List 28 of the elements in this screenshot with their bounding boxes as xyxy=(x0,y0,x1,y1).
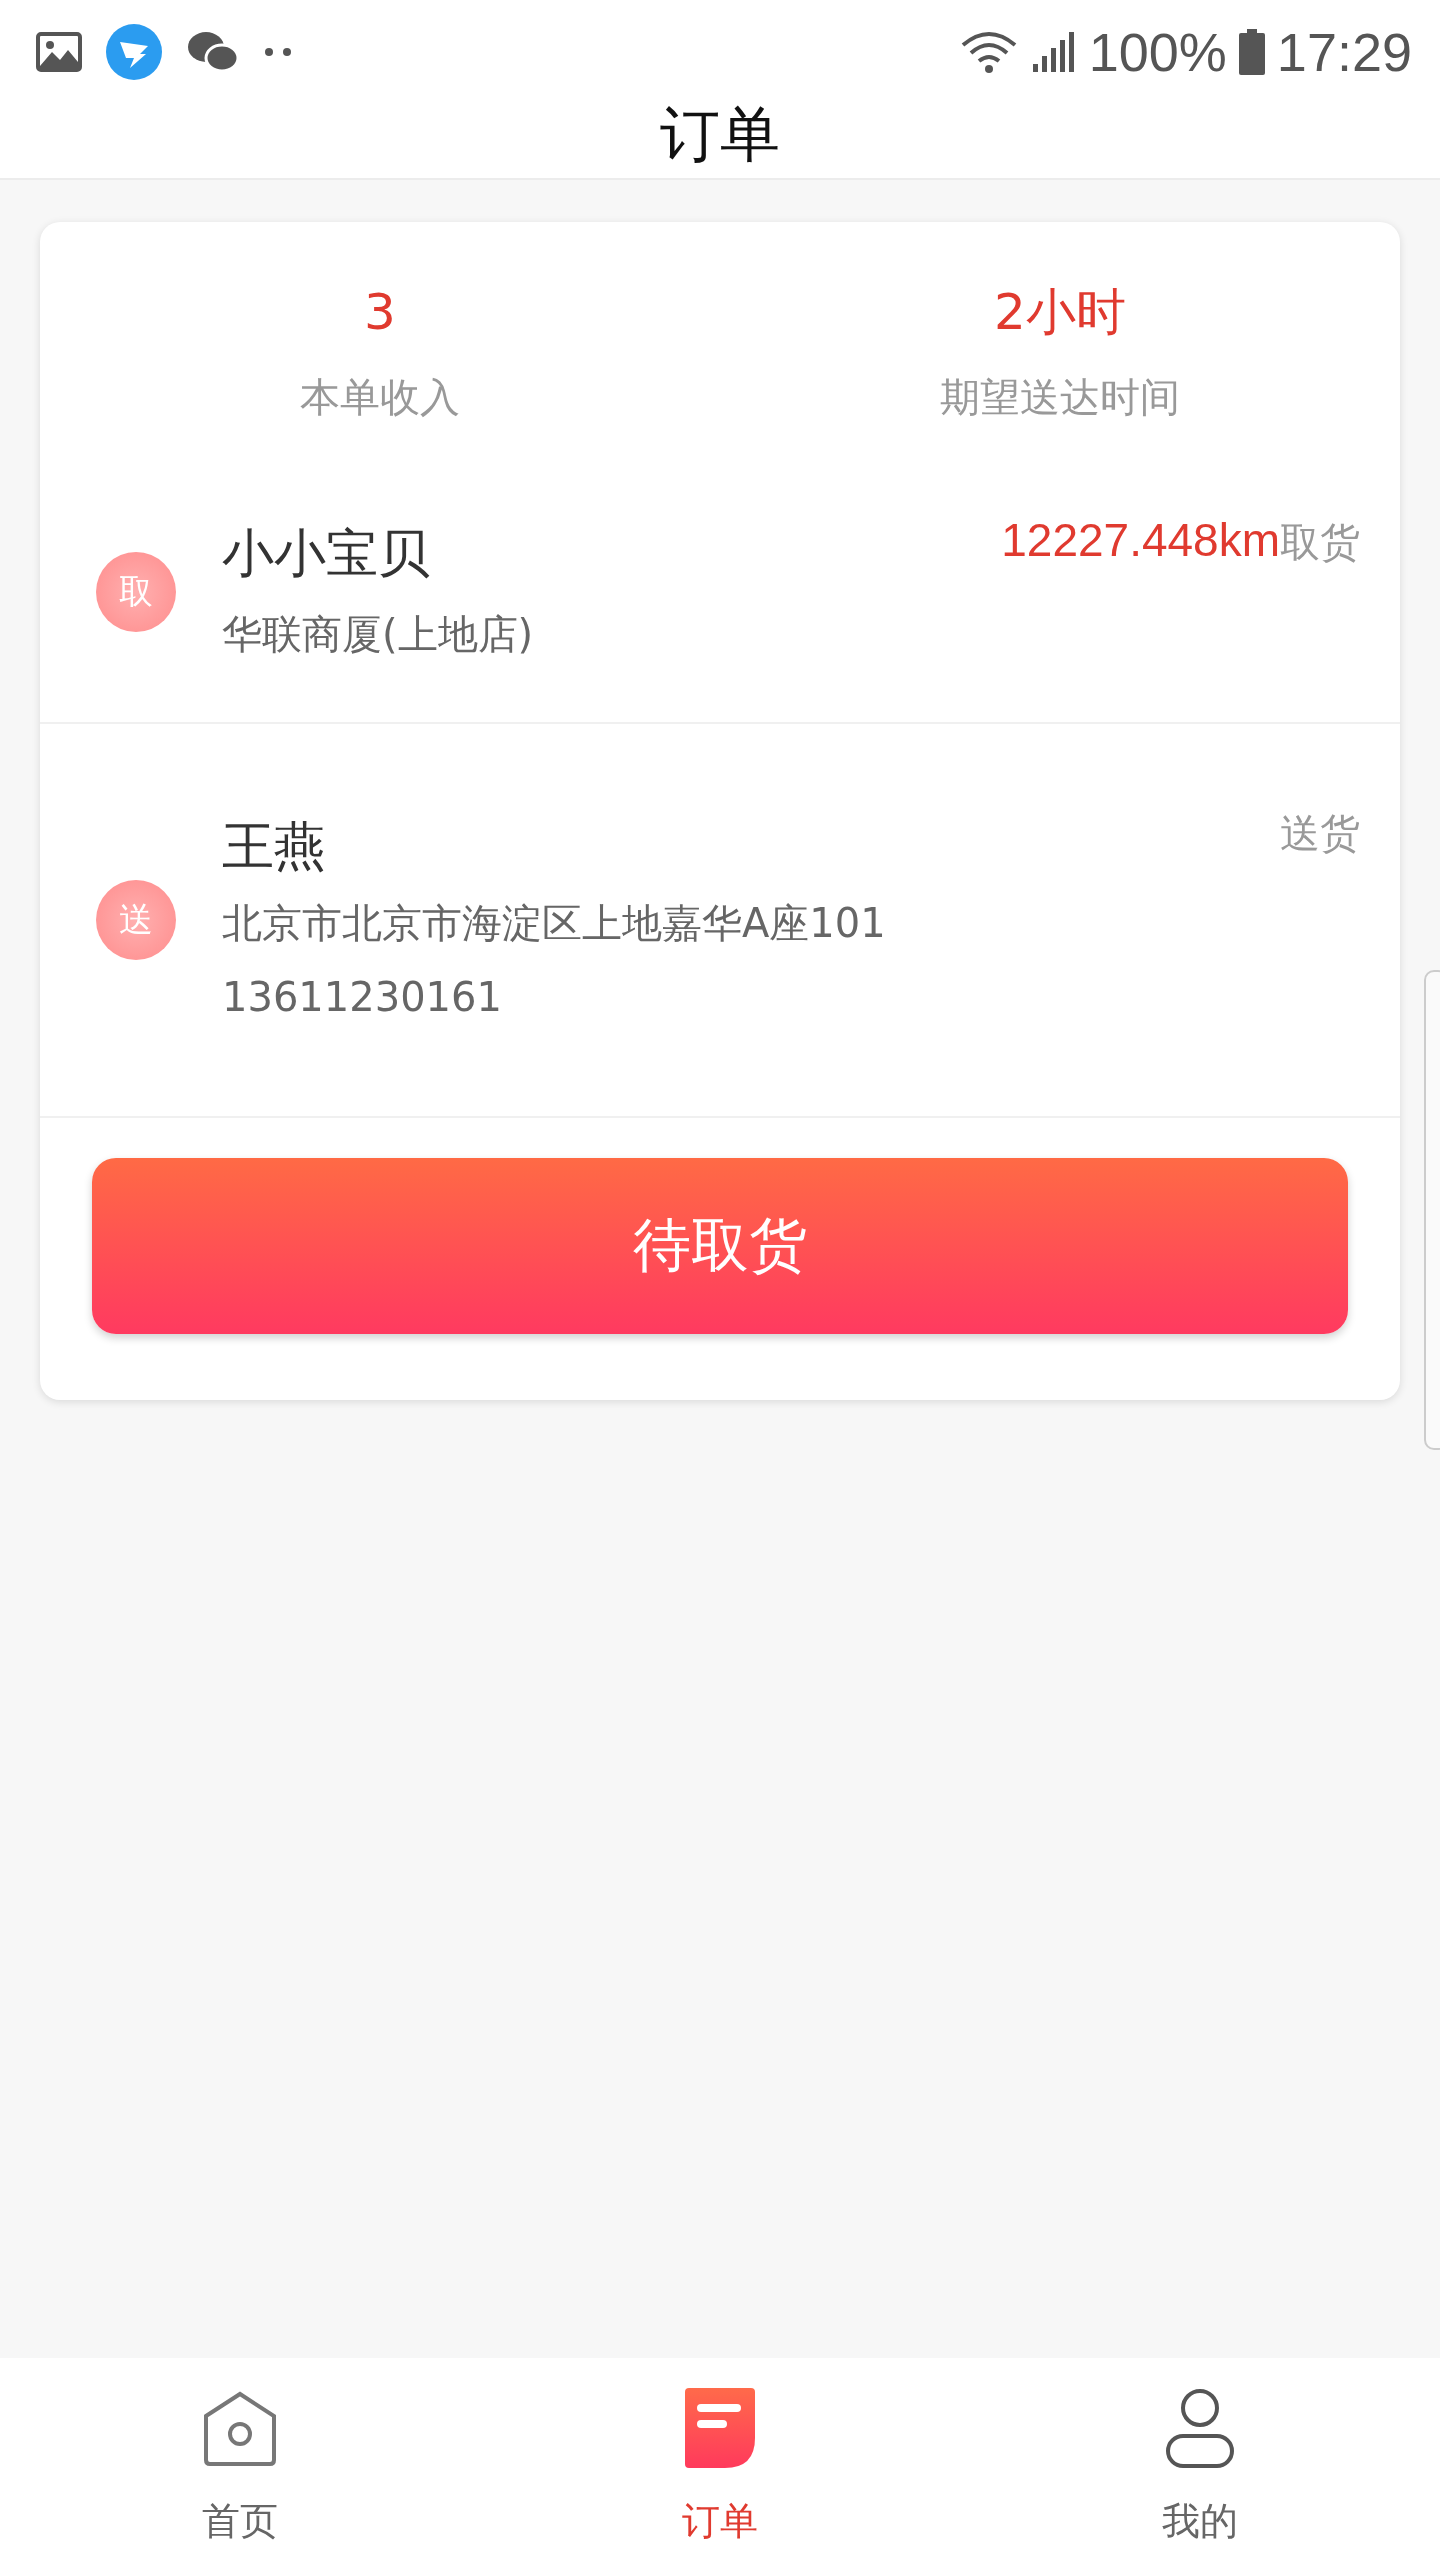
stat-value: 2小时 xyxy=(994,282,1126,342)
nav-tab[interactable]: 订单 xyxy=(676,2358,764,2560)
contact-name: 小小宝贝 xyxy=(222,522,430,585)
clock: 17:29 xyxy=(1276,21,1412,83)
stat-value: 3 xyxy=(364,282,396,342)
battery-icon xyxy=(1238,29,1265,75)
nav-tab[interactable]: 我的 xyxy=(1156,2358,1244,2560)
stat-label: 期望送达时间 xyxy=(940,373,1180,422)
nav-tab[interactable]: 首页 xyxy=(194,2358,286,2560)
more-icon xyxy=(264,47,294,57)
address-line: 北京市北京市海淀区上地嘉华A座101 xyxy=(222,899,887,948)
pickup-badge: 取 xyxy=(96,552,176,632)
document-icon xyxy=(685,2388,755,2468)
person-icon xyxy=(1165,2388,1235,2468)
contact-name: 王燕 xyxy=(222,815,326,878)
delivery-badge: 送 xyxy=(96,880,176,960)
address-line: 华联商厦(上地店) xyxy=(222,610,535,659)
signal-icon xyxy=(1030,32,1077,72)
stop-type: 取货 xyxy=(1280,518,1360,567)
app-icon xyxy=(106,24,162,80)
address-line: 13611230161 xyxy=(222,973,503,1022)
page-title: 订单 xyxy=(660,104,780,164)
image-icon xyxy=(36,32,82,72)
stop-type: 送货 xyxy=(1280,809,1360,858)
distance: 12227.448km xyxy=(1001,513,1280,567)
stat-label: 本单收入 xyxy=(300,373,460,422)
battery-percent: 100% xyxy=(1088,21,1227,83)
pickup-button[interactable]: 待取货 xyxy=(92,1158,1348,1334)
